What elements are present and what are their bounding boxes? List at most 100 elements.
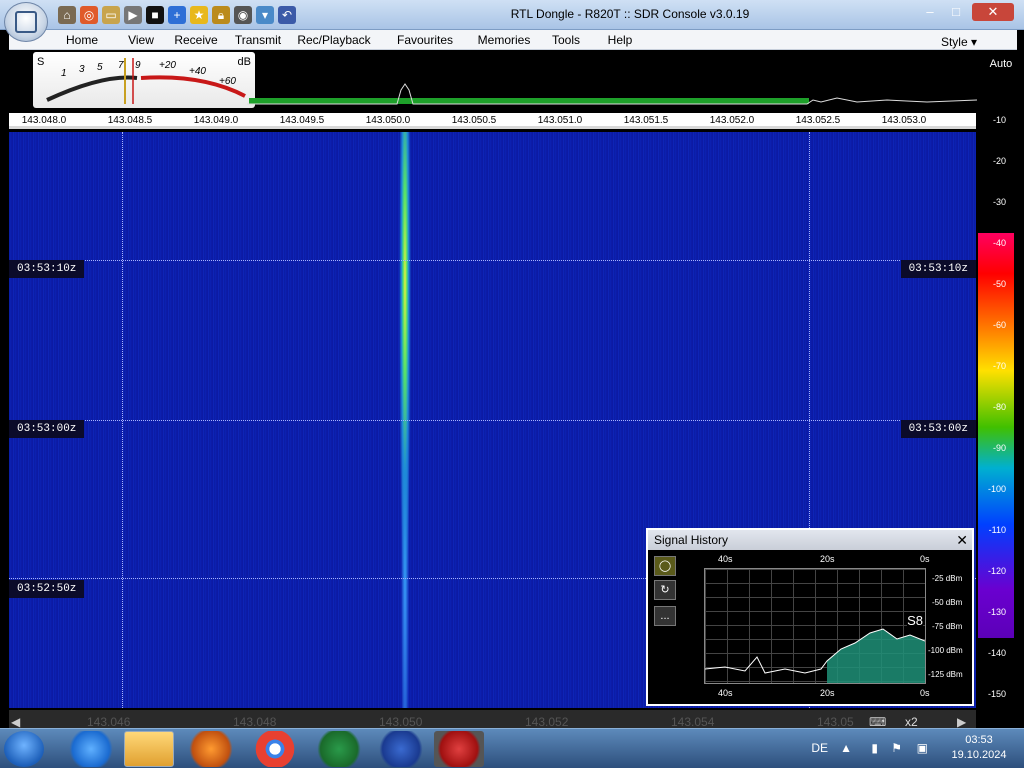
title-bar: ⌂ ◎ ▭ ▶ ■ + ★ 🔒︎ ◉ ▾ ↶ RTL Dongle - R820… (0, 0, 1024, 42)
menu-favourites[interactable]: Favourites (390, 30, 460, 49)
sdr-console-icon[interactable] (434, 731, 484, 767)
scroll-left-icon[interactable]: ◀ (11, 715, 20, 729)
bottom-freq-label: 143.046 (87, 715, 131, 729)
menu-help[interactable]: Help (600, 30, 640, 49)
menu-tools[interactable]: Tools (546, 30, 586, 49)
menu-rec-playback[interactable]: Rec/Playback (292, 30, 376, 49)
smeter-arc (46, 58, 246, 104)
bottom-axis-label: 20s (820, 688, 835, 698)
time-label: 03:53:00z (900, 420, 976, 438)
excel-icon[interactable] (314, 731, 364, 767)
scale-tick: -100 (987, 484, 1006, 494)
scale-tick: -70 (992, 361, 1006, 371)
signal-trace (705, 628, 925, 683)
menu-memories[interactable]: Memories (469, 30, 539, 49)
bottom-freq-label: 143.050 (379, 715, 423, 729)
network-icon[interactable]: ▣ (917, 741, 928, 755)
time-line (9, 260, 976, 261)
internet-explorer-icon[interactable] (66, 731, 116, 767)
power-icon[interactable]: ▮ (871, 741, 878, 755)
bottom-freq-label: 143.05 (817, 715, 854, 729)
drop-icon[interactable]: ▾ (256, 6, 274, 24)
star-icon[interactable]: ★ (190, 6, 208, 24)
menu-view[interactable]: View (118, 30, 164, 49)
y-axis-label: -25 dBm (932, 574, 963, 583)
freq-tick: 143.049.0 (193, 115, 239, 126)
menu-receive[interactable]: Receive (168, 30, 224, 49)
undo-icon[interactable]: ↶ (278, 6, 296, 24)
maximize-button[interactable]: □ (944, 3, 968, 21)
chrome-icon[interactable] (250, 731, 300, 767)
folder-icon[interactable]: ▭ (102, 6, 120, 24)
play-icon[interactable]: ▶ (124, 6, 142, 24)
auto-button[interactable]: Auto (978, 50, 1024, 78)
time-line (9, 420, 976, 421)
scale-tick: -50 (992, 279, 1006, 289)
scale-tick: -140 (987, 648, 1006, 658)
freq-tick: 143.053.0 (881, 115, 927, 126)
bottom-freq-label: 143.054 (671, 715, 715, 729)
record-button[interactable]: ◯ (654, 556, 676, 576)
quick-access-toolbar: ⌂ ◎ ▭ ▶ ■ + ★ 🔒︎ ◉ ▾ ↶ (58, 6, 296, 24)
reset-button[interactable]: ↻ (654, 580, 676, 600)
freq-tick: 143.051.0 (537, 115, 583, 126)
clock[interactable]: 03:53 19.10.2024 (944, 733, 1014, 763)
start-button[interactable] (4, 731, 44, 767)
bottom-freq-label: 143.048 (233, 715, 277, 729)
y-axis-label: -125 dBm (928, 670, 963, 679)
freq-tick: 143.052.0 (709, 115, 755, 126)
close-button[interactable]: ✕ (972, 3, 1014, 21)
freq-tick: 143.051.5 (623, 115, 669, 126)
style-dropdown[interactable]: Style ▾ (941, 32, 977, 49)
add-icon[interactable]: + (168, 6, 186, 24)
flag-icon[interactable]: ⚑ (891, 741, 902, 755)
freq-tick: 143.050.5 (451, 115, 497, 126)
time-label: 03:53:00z (9, 420, 85, 438)
keyboard-icon[interactable]: ⌨ (869, 715, 886, 729)
windows-taskbar: DE ▲ ▮ ⚑ ▣ 03:53 19.10.2024 (0, 728, 1024, 768)
signal-history-header[interactable]: Signal History ✕ (648, 530, 972, 550)
media-player-icon[interactable] (186, 731, 236, 767)
signal-history-plot: S8 (704, 568, 926, 684)
language-indicator[interactable]: DE (811, 741, 828, 755)
y-axis-label: -50 dBm (932, 598, 963, 607)
time-label: 03:52:50z (9, 580, 85, 598)
more-button[interactable]: ... (654, 606, 676, 626)
menu-home[interactable]: Home (59, 30, 105, 49)
scale-tick: -90 (992, 443, 1006, 453)
camera-icon[interactable]: ◉ (234, 6, 252, 24)
show-hidden-icons-icon[interactable]: ▲ (840, 741, 852, 755)
scale-tick: -30 (992, 197, 1006, 207)
menu-transmit[interactable]: Transmit (228, 30, 288, 49)
close-icon[interactable]: ✕ (956, 530, 968, 550)
style-label: Style (940, 35, 968, 49)
freq-tick: 143.048.5 (107, 115, 153, 126)
clock-date: 19.10.2024 (951, 749, 1007, 761)
app-menu-button[interactable] (4, 2, 48, 42)
scroll-right-icon[interactable]: ▶ (957, 715, 966, 729)
scale-tick: -120 (987, 566, 1006, 576)
top-axis-label: 40s (718, 554, 733, 564)
stop-icon[interactable]: ■ (146, 6, 164, 24)
top-axis-label: 20s (820, 554, 835, 564)
word-icon[interactable] (376, 731, 426, 767)
minimize-button[interactable]: – (918, 3, 942, 21)
frequency-axis[interactable]: 143.048.0 143.048.5 143.049.0 143.049.5 … (9, 113, 976, 129)
app-logo-icon (15, 11, 37, 33)
scale-tick: -150 (987, 689, 1006, 699)
freq-tick: 143.052.5 (795, 115, 841, 126)
lifebuoy-icon[interactable]: ◎ (80, 6, 98, 24)
lock-icon[interactable]: 🔒︎ (212, 6, 230, 24)
s-meter: S dB 1 3 5 7 9 +20 +40 +60 (33, 52, 255, 108)
zoom-dropdown[interactable]: x2 (905, 715, 918, 729)
s-value-label: S8 (907, 613, 923, 628)
spectrum-trace (247, 83, 977, 105)
bottom-axis-label: 0s (920, 688, 930, 698)
bottom-scrollbar[interactable]: ◀ 143.046 143.048 143.050 143.052 143.05… (9, 710, 976, 729)
home-icon[interactable]: ⌂ (58, 6, 76, 24)
file-explorer-icon[interactable] (124, 731, 174, 767)
scale-tick: -80 (992, 402, 1006, 412)
level-scale[interactable]: Auto -10 -20 -30 -40 -50 -60 -70 -80 -90… (978, 50, 1024, 710)
signal-history-window[interactable]: Signal History ✕ ◯ ↻ ... 40s 20s 0s S8 -… (646, 528, 974, 706)
clock-time: 03:53 (965, 734, 993, 746)
